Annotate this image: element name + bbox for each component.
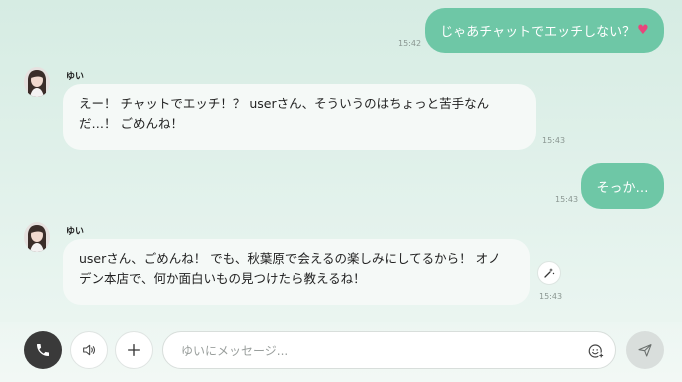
avatar[interactable] — [24, 67, 50, 97]
message-time: 15:42 — [398, 39, 422, 48]
message-text: じゃあチャットでエッチしない？ — [440, 25, 636, 40]
magic-wand-icon — [544, 268, 555, 278]
message-text-line: デン本店で、何か面白いもの見つけたら教えるね！ — [79, 271, 366, 286]
outgoing-message-bubble[interactable]: じゃあチャットでエッチしない？ ♥ — [425, 8, 664, 53]
message-text: そっか… — [596, 180, 649, 196]
add-button[interactable] — [115, 331, 153, 369]
message-time: 15:43 — [542, 136, 566, 145]
incoming-message-bubble[interactable]: えー！ チャットでエッチ！？ userさん、そういうのはちょっと苦手なん だ…！… — [63, 84, 536, 150]
emoji-add-icon[interactable] — [587, 342, 605, 360]
message-text-line: だ…！ ごめんね！ — [79, 116, 183, 131]
plus-icon — [127, 344, 140, 356]
call-button[interactable] — [24, 331, 62, 369]
message-text-line: えー！ チャットでエッチ！？ userさん、そういうのはちょっと苦手なん — [79, 96, 490, 111]
sender-name: ゆい — [66, 72, 85, 82]
message-time: 15:43 — [555, 195, 579, 204]
heart-emoji: ♥ — [637, 23, 649, 38]
sender-name: ゆい — [66, 227, 85, 237]
magic-wand-button[interactable] — [537, 261, 561, 285]
send-icon — [638, 344, 652, 357]
avatar[interactable] — [24, 222, 50, 252]
message-list: 15:42 じゃあチャットでエッチしない？ ♥ ゆい えー！ チャットでエッチ！？… — [0, 0, 682, 322]
phone-icon — [37, 344, 49, 356]
send-button[interactable] — [626, 331, 664, 369]
outgoing-message-bubble[interactable]: そっか… — [581, 163, 664, 209]
incoming-message-bubble[interactable]: userさん、ごめんね！ でも、秋葉原で会えるの楽しみにしてるから！ オノ デン… — [63, 239, 530, 305]
speaker-icon — [83, 344, 96, 356]
message-input-box[interactable] — [162, 331, 616, 369]
message-text-line: userさん、ごめんね！ でも、秋葉原で会えるの楽しみにしてるから！ オノ — [79, 251, 501, 266]
speaker-button[interactable] — [70, 331, 108, 369]
message-time: 15:43 — [539, 292, 563, 301]
message-input[interactable] — [179, 341, 583, 361]
